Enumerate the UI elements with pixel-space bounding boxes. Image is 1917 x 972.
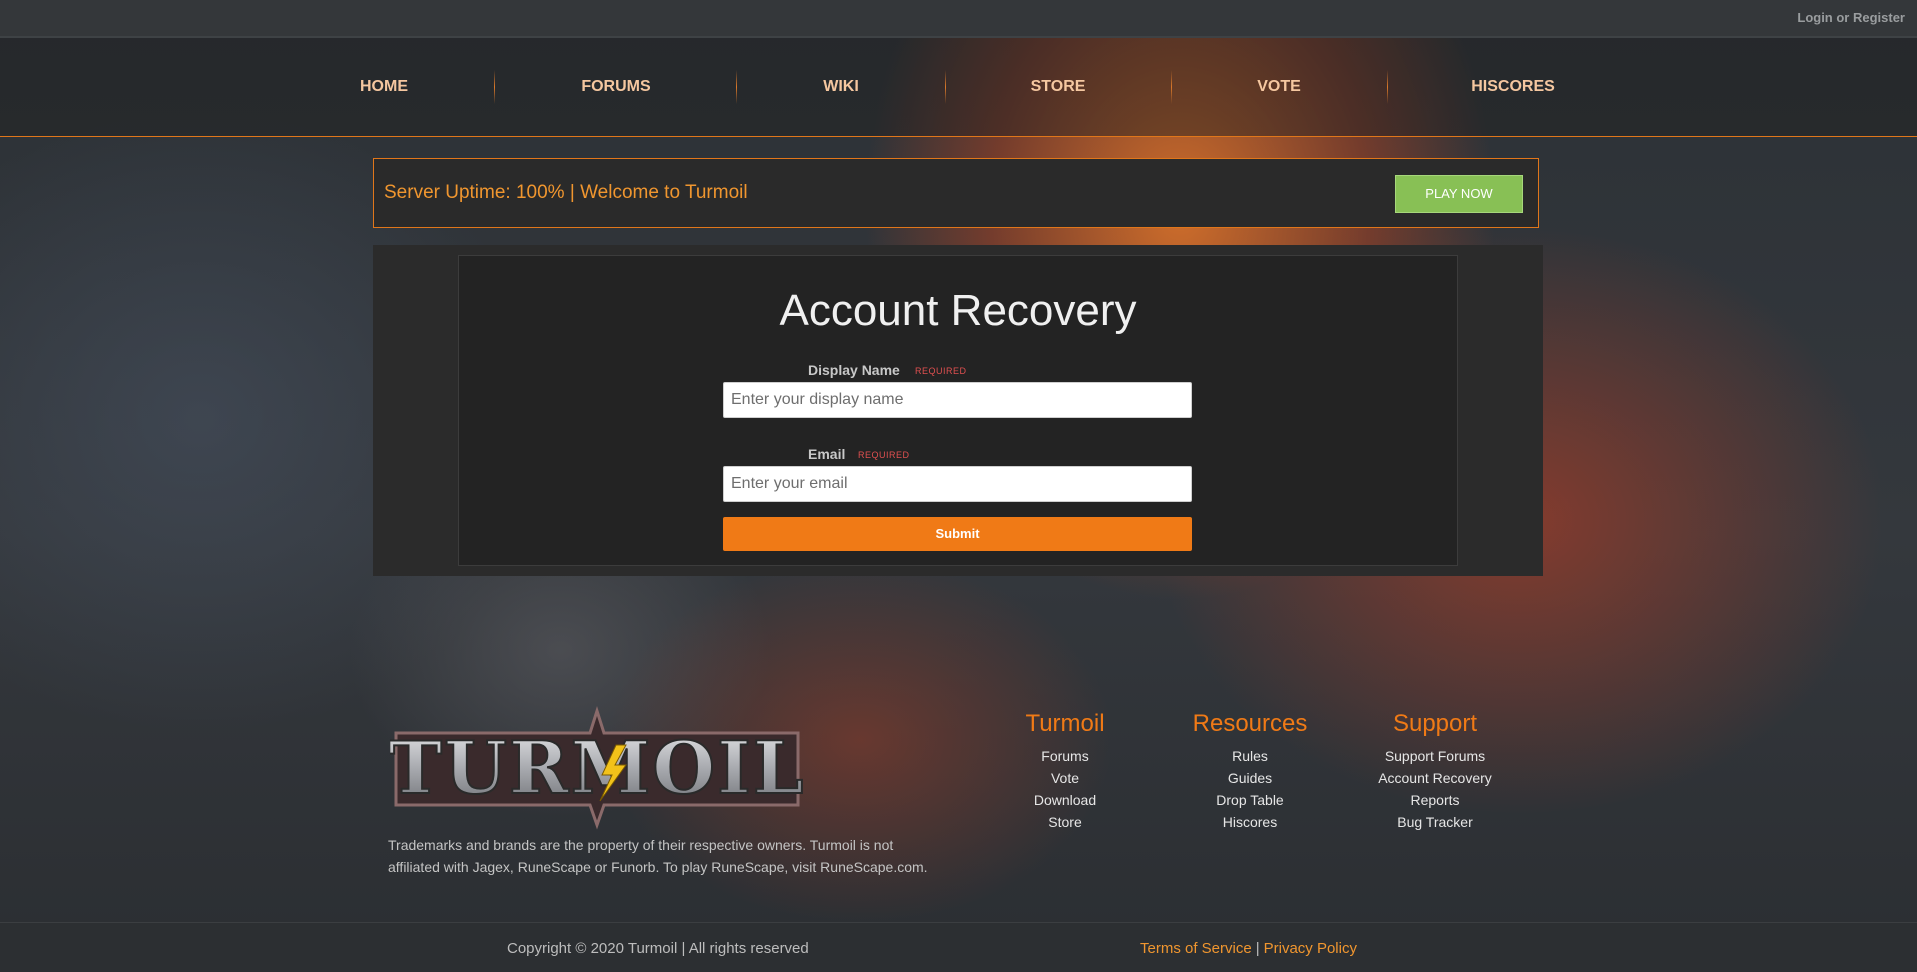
email-input[interactable]	[723, 466, 1192, 502]
trademark-disclaimer: Trademarks and brands are the property o…	[388, 834, 968, 878]
copyright-text: Copyright © 2020 Turmoil | All rights re…	[507, 940, 809, 957]
submit-button[interactable]: Submit	[723, 517, 1192, 551]
footer-column-title: Resources	[1192, 710, 1308, 737]
disclaimer-line-2: affiliated with Jagex, RuneScape or Funo…	[388, 859, 928, 875]
footer-link-drop-table[interactable]: Drop Table	[1150, 789, 1350, 811]
disclaimer-line-1: Trademarks and brands are the property o…	[388, 837, 894, 853]
privacy-policy-link[interactable]: Privacy Policy	[1264, 940, 1357, 957]
footer-link-download[interactable]: Download	[965, 789, 1165, 811]
footer-link-support-forums[interactable]: Support Forums	[1335, 745, 1535, 767]
nav-home[interactable]: HOME	[360, 38, 408, 136]
footer-column-support: Support Support Forums Account Recovery …	[1335, 710, 1535, 833]
nav-forums[interactable]: FORUMS	[581, 38, 650, 136]
nav-vote[interactable]: VOTE	[1257, 38, 1301, 136]
login-register-link[interactable]: Login or Register	[1797, 10, 1905, 25]
nav-separator	[945, 70, 946, 104]
display-name-required-tag: REQUIRED	[915, 366, 967, 376]
footer-link-rules[interactable]: Rules	[1150, 745, 1350, 767]
footer-link-reports[interactable]: Reports	[1335, 789, 1535, 811]
footer-link-account-recovery[interactable]: Account Recovery	[1335, 767, 1535, 789]
footer-column-title: Support	[1392, 710, 1478, 737]
logo-wordmark: TURMOIL	[390, 725, 804, 810]
legal-separator: |	[1255, 940, 1260, 957]
play-now-button[interactable]: PLAY NOW	[1395, 175, 1523, 213]
page-title: Account Recovery	[779, 286, 1137, 335]
nav-separator	[1387, 70, 1388, 104]
footer-link-forums[interactable]: Forums	[965, 745, 1165, 767]
footer-column-turmoil: Turmoil Forums Vote Download Store	[965, 710, 1165, 833]
email-required-tag: REQUIRED	[858, 450, 910, 460]
main-content: Account Recovery Display Name REQUIRED E…	[373, 245, 1543, 576]
main-nav: HOME FORUMS WIKI STORE VOTE HISCORES	[0, 38, 1917, 137]
server-status-banner: Server Uptime: 100% | Welcome to Turmoil…	[373, 158, 1539, 228]
nav-store[interactable]: STORE	[1031, 38, 1086, 136]
bottom-bar: Copyright © 2020 Turmoil | All rights re…	[0, 922, 1917, 972]
nav-separator	[1171, 70, 1172, 104]
nav-wiki[interactable]: WIKI	[823, 38, 859, 136]
footer-link-guides[interactable]: Guides	[1150, 767, 1350, 789]
email-label: Email	[808, 446, 846, 462]
display-name-label: Display Name	[808, 362, 900, 378]
footer-column-resources: Resources Rules Guides Drop Table Hiscor…	[1150, 710, 1350, 833]
top-bar: Login or Register	[0, 0, 1917, 38]
footer-link-store[interactable]: Store	[965, 811, 1165, 833]
account-recovery-form: Account Recovery Display Name REQUIRED E…	[458, 255, 1458, 566]
footer-column-title: Turmoil	[1025, 710, 1105, 737]
footer-link-vote[interactable]: Vote	[965, 767, 1165, 789]
turmoil-logo: TURMOIL	[390, 706, 804, 830]
footer-link-hiscores[interactable]: Hiscores	[1150, 811, 1350, 833]
nav-hiscores[interactable]: HISCORES	[1471, 38, 1555, 136]
nav-separator	[494, 70, 495, 104]
server-status-text: Server Uptime: 100% | Welcome to Turmoil	[384, 182, 748, 203]
nav-separator	[736, 70, 737, 104]
terms-of-service-link[interactable]: Terms of Service	[1140, 940, 1252, 957]
footer-link-bug-tracker[interactable]: Bug Tracker	[1335, 811, 1535, 833]
display-name-input[interactable]	[723, 382, 1192, 418]
legal-links: Terms of Service | Privacy Policy	[1140, 940, 1357, 957]
